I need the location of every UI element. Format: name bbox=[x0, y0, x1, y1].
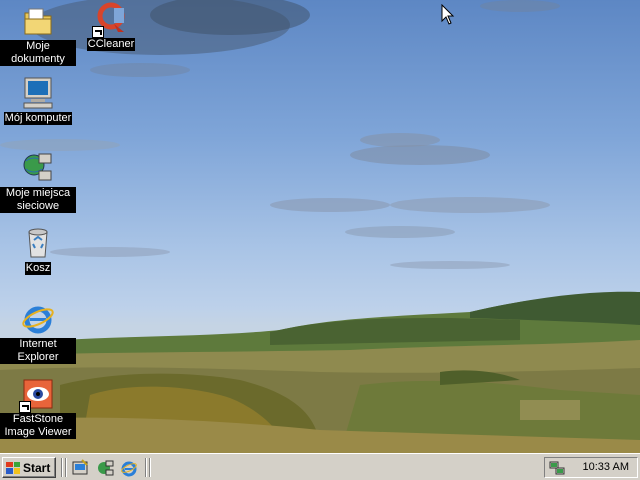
clock[interactable]: 10:33 AM bbox=[583, 461, 629, 473]
windows-logo-icon bbox=[6, 461, 20, 474]
taskbar-separator bbox=[61, 458, 63, 477]
desktop-icon-my-computer[interactable]: Mój komputer bbox=[0, 76, 76, 125]
mouse-cursor-icon bbox=[441, 4, 455, 25]
desktop-icon-label: Mój komputer bbox=[3, 112, 73, 125]
internet-explorer-icon[interactable] bbox=[120, 459, 138, 477]
desktop-icon-network-places[interactable]: Moje miejsca sieciowe bbox=[0, 151, 76, 213]
faststone-icon bbox=[19, 377, 55, 413]
desktop-icon-label: Moje miejsca sieciowe bbox=[0, 187, 76, 213]
desktop-icon-label: Kosz bbox=[24, 262, 52, 275]
network-connection-icon[interactable] bbox=[549, 460, 565, 476]
shortcut-arrow-icon bbox=[92, 26, 104, 38]
recycle-bin-icon bbox=[21, 226, 55, 260]
desktop-icon-internet-explorer[interactable]: Internet Explorer bbox=[0, 302, 76, 364]
desktop-icon-label: Moje dokumenty bbox=[0, 40, 76, 66]
folder-documents-icon bbox=[21, 4, 55, 38]
network-places-icon bbox=[21, 151, 55, 185]
start-label: Start bbox=[23, 460, 51, 475]
desktop-icon-label: CCleaner bbox=[86, 38, 136, 51]
desktop-icon-recycle-bin[interactable]: Kosz bbox=[0, 226, 76, 275]
desktop-icon-label: Internet Explorer bbox=[0, 338, 76, 364]
taskbar: Start 10:33 AM bbox=[0, 453, 640, 480]
wallpaper bbox=[0, 0, 640, 453]
taskbar-separator bbox=[145, 458, 147, 477]
taskbar-separator bbox=[149, 458, 151, 477]
system-tray: 10:33 AM bbox=[544, 457, 638, 478]
desktop: Moje dokumenty CCleaner Mój komputer Moj… bbox=[0, 0, 640, 453]
desktop-icon-my-documents[interactable]: Moje dokumenty bbox=[0, 4, 76, 66]
desktop-icon-label: FastStone Image Viewer bbox=[0, 413, 76, 439]
taskbar-separator bbox=[65, 458, 67, 477]
shortcut-arrow-icon bbox=[19, 401, 31, 413]
internet-explorer-icon bbox=[21, 302, 55, 336]
show-desktop-icon[interactable] bbox=[72, 459, 90, 477]
desktop-icon-faststone[interactable]: FastStone Image Viewer bbox=[0, 377, 76, 439]
network-icon[interactable] bbox=[96, 459, 114, 477]
ccleaner-icon bbox=[92, 2, 128, 38]
start-button[interactable]: Start bbox=[2, 457, 56, 478]
desktop-icon-ccleaner[interactable]: CCleaner bbox=[73, 2, 149, 51]
computer-icon bbox=[21, 76, 55, 110]
